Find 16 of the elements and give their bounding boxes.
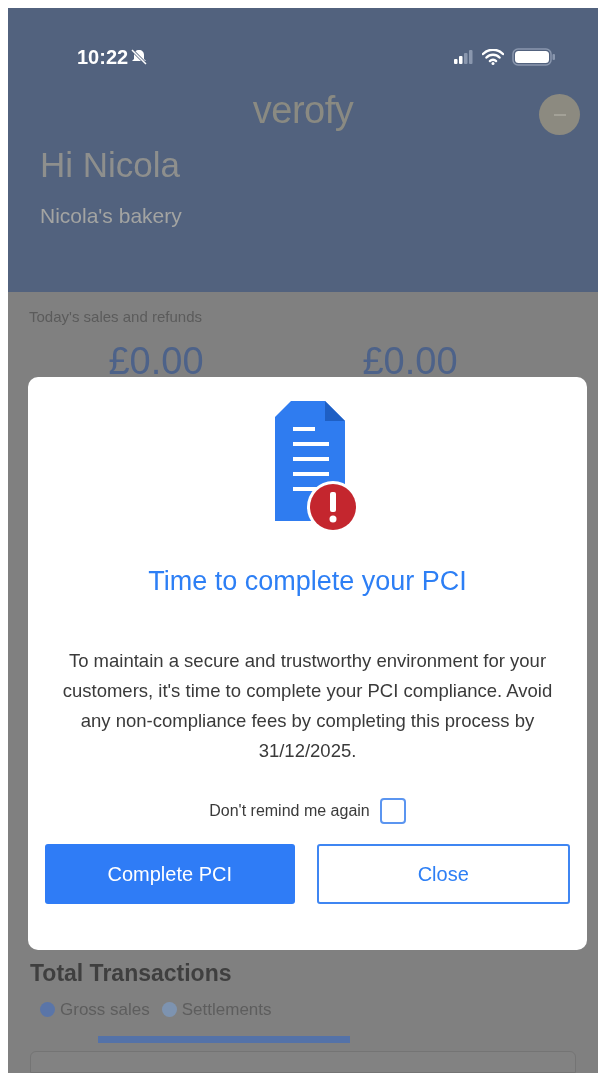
bell-muted-icon (130, 48, 149, 66)
remind-checkbox[interactable] (379, 797, 406, 824)
section-heading: Total Transactions (30, 959, 233, 988)
business-name: Nicola's bakery (40, 203, 183, 229)
signal-icon (454, 50, 474, 64)
greeting-heading: Hi Nicola (40, 144, 182, 186)
dialog-message: To maintain a secure and trustworthy environment for your customers, it's time to complete your PCI compliance. Avoid any non-compliance fees by completing this process by 31/12/2025. (61, 648, 554, 763)
battery-icon (512, 48, 556, 66)
remind-label: Don't remind me again (209, 800, 370, 821)
complete-button[interactable]: Complete PCI (45, 843, 295, 904)
profile-avatar[interactable] (539, 94, 580, 135)
status-time: 10:22 (77, 45, 129, 70)
wifi-icon (482, 49, 504, 65)
close-button[interactable]: Close (316, 843, 570, 904)
app-logo: verofy (252, 87, 354, 133)
dialog-title: Time to complete your PCI (148, 565, 467, 598)
